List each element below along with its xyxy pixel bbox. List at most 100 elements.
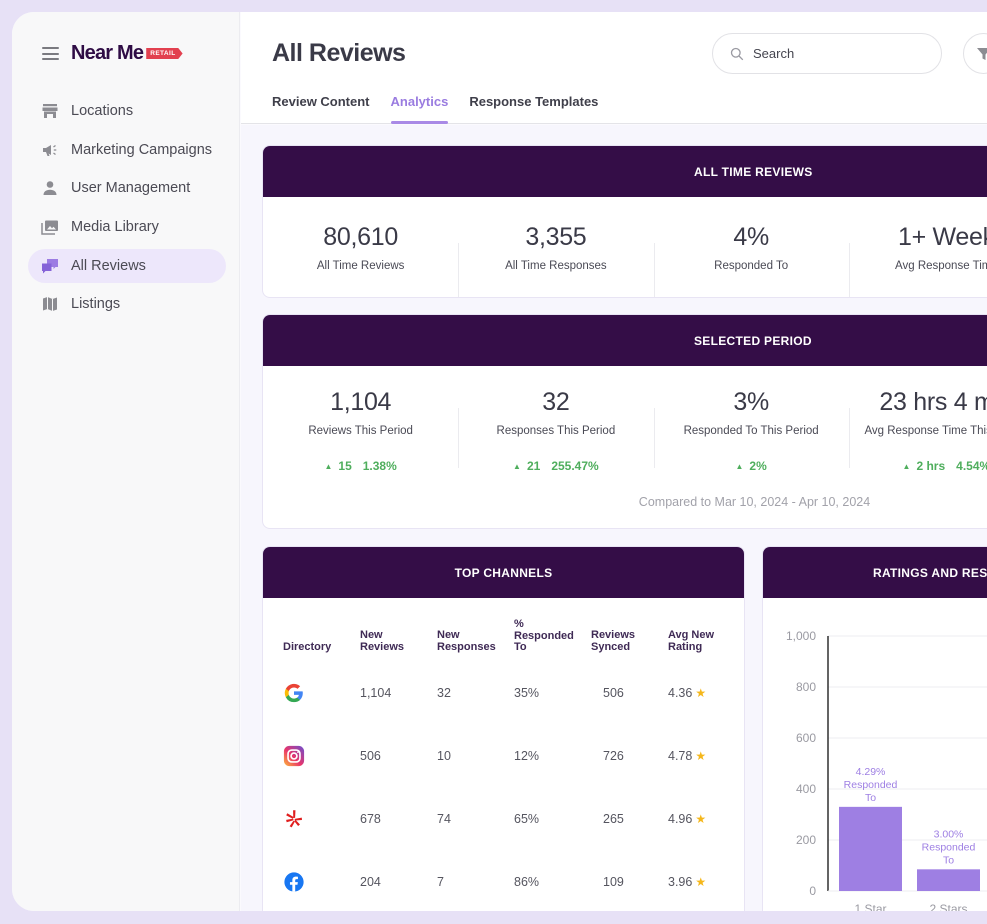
search-input[interactable] [753, 46, 913, 61]
table-row[interactable]: 678 74 65% 265 4.96 ★ [283, 808, 743, 832]
x-tick-label: 1 Star [854, 902, 886, 911]
stat-all-time-responses: 3,355 All Time Responses [458, 223, 653, 297]
stat-value: 1+ Week [897, 223, 987, 251]
facebook-icon [283, 871, 305, 893]
logo[interactable]: Near Me [71, 42, 144, 65]
yelp-icon [283, 808, 305, 830]
top-channels-card: TOP CHANNELS Directory New Reviews New R… [262, 546, 745, 911]
stat-all-time-reviews: 80,610 All Time Reviews [263, 223, 458, 272]
page-header: All Reviews Review Content Analytics Res… [241, 12, 987, 124]
stat-delta: ▲ 2 hrs 4.54% [849, 459, 987, 473]
column-header[interactable]: New Reviews [360, 629, 415, 653]
star-icon: ★ [695, 812, 707, 826]
column-header[interactable]: Directory [283, 641, 343, 654]
hamburger-menu-icon[interactable] [42, 47, 59, 60]
data-label: 4.29% [856, 766, 886, 778]
sidebar-item-marketing-campaigns[interactable]: Marketing Campaigns [28, 133, 226, 167]
delta-percent: 4.54% [956, 459, 987, 473]
cell-responded: 12% [514, 749, 540, 763]
cell-new-responses: 74 [437, 812, 451, 826]
cell-responded: 86% [514, 875, 540, 889]
column-header[interactable]: New Responses [437, 629, 507, 653]
all-time-stats: 80,610 All Time Reviews 3,355 All Time R… [263, 197, 987, 297]
sidebar-item-label: User Management [71, 180, 191, 197]
sidebar-item-label: Listings [71, 296, 121, 313]
sidebar-item-all-reviews[interactable]: All Reviews [28, 248, 226, 283]
cell-new-responses: 32 [437, 686, 451, 700]
trend-up-icon: ▲ [513, 462, 521, 471]
sidebar-item-media-library[interactable]: Media Library [28, 210, 226, 244]
cell-rating: 3.96 ★ [668, 875, 706, 889]
cell-responded: 65% [514, 812, 540, 826]
stat-value: 1,104 [330, 388, 392, 416]
tab-response-templates[interactable]: Response Templates [469, 94, 598, 124]
column-header[interactable]: Avg New Rating [668, 629, 728, 653]
cell-responded: 35% [514, 686, 540, 700]
cell-new-reviews: 204 [360, 875, 381, 889]
cell-new-responses: 7 [437, 875, 444, 889]
cell-rating: 4.36 ★ [668, 686, 706, 700]
sidebar-item-label: Locations [71, 103, 134, 119]
y-tick-label: 1,000 [786, 629, 816, 643]
delta-value: 2 hrs [916, 459, 946, 473]
map-icon [41, 295, 59, 313]
sidebar-item-listings[interactable]: Listings [28, 287, 226, 321]
cell-synced: 265 [603, 812, 624, 826]
stat-value: 23 hrs 4 min [879, 388, 987, 416]
stat-reviews-this-period: 1,104 Reviews This Period ▲ 15 1.38% [263, 388, 458, 473]
stat-label: Avg Response Time [895, 260, 987, 272]
star-icon: ★ [695, 686, 707, 700]
table-row[interactable]: 1,104 32 35% 506 4.36 ★ [283, 682, 743, 706]
cell-synced: 726 [603, 749, 624, 763]
filter-icon [976, 47, 987, 60]
column-header[interactable]: % Responded To [514, 618, 584, 654]
stat-delta: ▲ 15 1.38% [263, 459, 458, 473]
stat-label: Responses This Period [496, 425, 616, 437]
table-row[interactable]: 204 7 86% 109 3.96 ★ [283, 871, 743, 895]
stat-avg-response-time: 1+ Week Avg Response Time [848, 223, 987, 297]
sidebar-item-locations[interactable]: Locations [28, 94, 226, 128]
tab-analytics[interactable]: Analytics [390, 94, 448, 124]
sidebar-item-label: Marketing Campaigns [71, 141, 213, 158]
y-tick-label: 800 [796, 680, 816, 694]
delta-percent: 255.47% [551, 459, 599, 473]
logo-badge: RETAIL [146, 48, 183, 59]
cell-new-reviews: 678 [360, 812, 381, 826]
rating-value: 4.96 [668, 812, 693, 826]
y-tick-label: 0 [809, 884, 816, 898]
sidebar: Near Me RETAIL Locations Marketing Campa… [12, 12, 240, 911]
stat-responded-to: 4% Responded To [653, 223, 849, 297]
storefront-icon [41, 102, 59, 120]
main-area: All Reviews Review Content Analytics Res… [241, 12, 987, 911]
reviews-chat-icon [41, 257, 59, 275]
app-window: Near Me RETAIL Locations Marketing Campa… [12, 12, 987, 911]
card-title: ALL TIME REVIEWS [263, 146, 987, 197]
stat-label: All Time Reviews [316, 260, 405, 272]
stat-value: 3,355 [525, 223, 587, 251]
stat-value: 80,610 [323, 223, 398, 251]
photo-library-icon [41, 218, 59, 236]
trend-up-icon: ▲ [735, 462, 744, 471]
y-tick-label: 600 [796, 731, 816, 745]
comparison-period: Compared to Mar 10, 2024 - Apr 10, 2024 [638, 495, 871, 509]
stat-label: Responded To This Period [683, 425, 819, 437]
sidebar-item-label: Media Library [71, 219, 159, 236]
rating-value: 4.78 [668, 749, 693, 763]
rating-value: 4.36 [668, 686, 693, 700]
rating-value: 3.96 [668, 875, 693, 889]
all-time-reviews-card: ALL TIME REVIEWS 80,610 All Time Reviews… [262, 145, 987, 298]
search-box[interactable] [712, 33, 942, 74]
data-label: Responded [844, 779, 898, 791]
table-row[interactable]: 506 10 12% 726 4.78 ★ [283, 745, 743, 769]
cell-synced: 109 [603, 875, 624, 889]
filter-button[interactable] [963, 33, 987, 74]
data-label: 3.00% [934, 828, 964, 840]
stat-label: Avg Response Time This Period [864, 425, 987, 437]
column-header[interactable]: Reviews Synced [591, 629, 646, 653]
star-icon: ★ [695, 749, 707, 763]
card-title: RATINGS AND RESPONSES [763, 547, 987, 598]
tab-review-content[interactable]: Review Content [272, 94, 370, 124]
delta-value: 2% [749, 459, 767, 473]
stat-avg-response-time-period: 23 hrs 4 min Avg Response Time This Peri… [848, 388, 987, 473]
sidebar-item-user-management[interactable]: User Management [28, 171, 226, 205]
